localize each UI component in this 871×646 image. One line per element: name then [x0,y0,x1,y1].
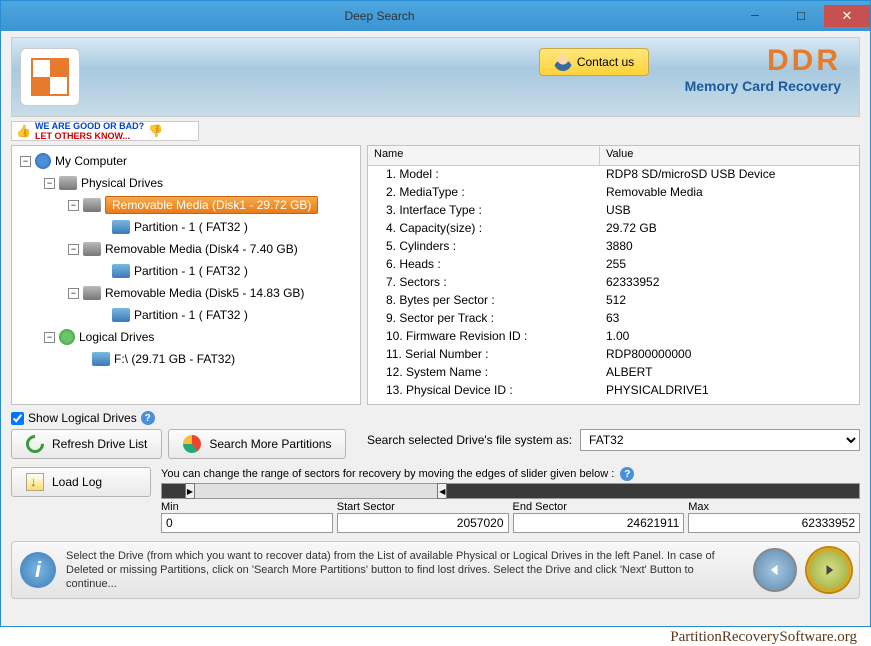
partition-icon [112,220,130,234]
titlebar: Deep Search ─ ☐ ✕ [1,1,870,31]
close-button[interactable]: ✕ [824,5,870,27]
brand-subtitle: Memory Card Recovery [685,78,841,94]
partition-icon [92,352,110,366]
thumb-up-icon: 👍 [16,124,31,138]
detail-row: 1. Model :RDP8 SD/microSD USB Device [368,166,859,184]
watermark-text: PartitionRecoverySoftware.org [0,627,871,646]
tree-physical-group[interactable]: − Physical Drives [16,172,356,194]
collapse-icon[interactable]: − [20,156,31,167]
tree-drive-item[interactable]: − Removable Media (Disk4 - 7.40 GB) [16,238,356,260]
tree-logical-group[interactable]: − Logical Drives [16,326,356,348]
document-download-icon [26,473,44,491]
sector-range-slider[interactable]: ▶ ◀ [161,483,860,499]
detail-row: 10. Firmware Revision ID :1.00 [368,328,859,346]
minimize-button[interactable]: ─ [732,5,778,27]
app-logo [20,48,80,106]
detail-row: 8. Bytes per Sector :512 [368,292,859,310]
brand: DDR Memory Card Recovery [685,44,841,94]
column-header-name[interactable]: Name [368,146,600,165]
detail-row: 13. Physical Device ID :PHYSICALDRIVE1 [368,382,859,400]
slider-handle-end[interactable]: ◀ [437,483,447,499]
computer-icon [35,153,51,169]
slider-handle-start[interactable]: ▶ [185,483,195,499]
search-more-partitions-button[interactable]: Search More Partitions [168,429,346,459]
footer-hint-bar: i Select the Drive (from which you want … [11,541,860,599]
filesystem-select[interactable]: FAT32 [580,429,860,451]
drive-details-panel: Name Value 1. Model :RDP8 SD/microSD USB… [367,145,860,405]
tree-drive-item[interactable]: − Removable Media (Disk5 - 14.83 GB) [16,282,356,304]
contact-label: Contact us [577,55,634,69]
tree-partition-item[interactable]: Partition - 1 ( FAT32 ) [16,216,356,238]
show-logical-drives-checkbox[interactable] [11,412,24,425]
end-sector-input[interactable] [513,513,685,533]
drive-icon [83,198,101,212]
selected-drive: Removable Media (Disk1 - 29.72 GB) [105,196,318,214]
person-icon [554,53,572,71]
drive-icon [83,286,101,300]
partition-icon [112,264,130,278]
footer-text: Select the Drive (from which you want to… [66,549,743,592]
detail-row: 9. Sector per Track :63 [368,310,859,328]
drive-icon [59,176,77,190]
collapse-icon[interactable]: − [68,200,79,211]
min-sector-input[interactable] [161,513,333,533]
collapse-icon[interactable]: − [68,244,79,255]
brand-logo-text: DDR [685,44,841,78]
feedback-banner[interactable]: 👍 WE ARE GOOD OR BAD? LET OTHERS KNOW...… [11,121,199,141]
max-sector-input[interactable] [688,513,860,533]
collapse-icon[interactable]: − [44,332,55,343]
detail-row: 4. Capacity(size) :29.72 GB [368,220,859,238]
back-button[interactable] [753,548,797,592]
slider-hint: You can change the range of sectors for … [161,468,614,480]
tree-drive-item[interactable]: − Removable Media (Disk1 - 29.72 GB) [16,194,356,216]
header-banner: Contact us DDR Memory Card Recovery [11,37,860,117]
column-header-value[interactable]: Value [600,146,859,165]
pie-chart-icon [183,435,201,453]
detail-row: 12. System Name :ALBERT [368,364,859,382]
detail-row: 6. Heads :255 [368,256,859,274]
tree-partition-item[interactable]: Partition - 1 ( FAT32 ) [16,304,356,326]
detail-row: 5. Cylinders :3880 [368,238,859,256]
detail-row: 11. Serial Number :RDP800000000 [368,346,859,364]
next-button[interactable] [807,548,851,592]
show-logical-label: Show Logical Drives [28,411,137,425]
tree-root[interactable]: − My Computer [16,150,356,172]
filesystem-label: Search selected Drive's file system as: [367,433,572,447]
thumb-down-icon: 👎 [148,124,163,138]
tree-logical-item[interactable]: F:\ (29.71 GB - FAT32) [16,348,356,370]
collapse-icon[interactable]: − [44,178,55,189]
tree-partition-item[interactable]: Partition - 1 ( FAT32 ) [16,260,356,282]
help-icon[interactable]: ? [141,411,155,425]
info-icon: i [20,552,56,588]
logical-drive-icon [59,329,75,345]
contact-us-button[interactable]: Contact us [539,48,649,76]
drive-icon [83,242,101,256]
help-icon[interactable]: ? [620,467,634,481]
drive-tree[interactable]: − My Computer − Physical Drives − Remova… [11,145,361,405]
collapse-icon[interactable]: − [68,288,79,299]
detail-row: 3. Interface Type :USB [368,202,859,220]
app-window: Deep Search ─ ☐ ✕ Contact us DDR Memory … [0,0,871,627]
detail-row: 7. Sectors :62333952 [368,274,859,292]
start-sector-input[interactable] [337,513,509,533]
detail-row: 2. MediaType :Removable Media [368,184,859,202]
maximize-button[interactable]: ☐ [778,5,824,27]
window-title: Deep Search [27,9,732,23]
refresh-drive-list-button[interactable]: Refresh Drive List [11,429,162,459]
load-log-button[interactable]: Load Log [11,467,151,497]
partition-icon [112,308,130,322]
refresh-icon [22,431,47,456]
